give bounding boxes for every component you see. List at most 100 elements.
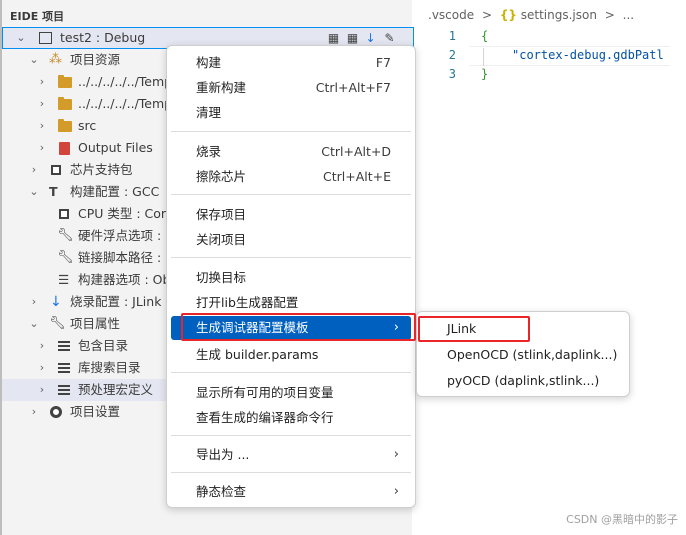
resource-icon: ⁂ <box>49 52 62 67</box>
menu-item-view-compiler-cmd[interactable]: 查看生成的编译器命令行 <box>171 406 411 430</box>
hammer-icon: T <box>49 184 58 199</box>
tree-label: 构建配置 : GCC <box>70 184 160 199</box>
submenu-item-openocd[interactable]: OpenOCD (stlink,daplink...) <box>421 343 627 367</box>
gear-icon <box>50 406 62 418</box>
breadcrumb-separator: > <box>604 8 615 22</box>
folder-icon <box>58 119 72 132</box>
highlight-box-jlink <box>418 316 530 342</box>
tree-label: ../../../../../Templ <box>78 96 176 111</box>
build-icon[interactable]: ▦ <box>327 32 340 45</box>
menu-item-close-project[interactable]: 关闭项目 <box>171 228 411 252</box>
flash-download-icon[interactable]: ↓ <box>364 32 377 45</box>
menu-separator <box>171 435 411 436</box>
breadcrumb-folder[interactable]: .vscode <box>428 8 474 22</box>
clean-broom-icon[interactable]: ✎ <box>383 32 396 45</box>
chevron-right-icon[interactable]: › <box>29 291 39 313</box>
breadcrumb-file[interactable]: settings.json <box>521 8 597 22</box>
chevron-right-icon[interactable]: › <box>37 71 47 93</box>
chip-icon <box>51 165 61 175</box>
tree-label: ../../../../../Templ <box>78 74 176 89</box>
chip-icon <box>59 209 69 219</box>
tree-label: src <box>78 118 97 133</box>
menu-item-gen-builder-params[interactable]: 生成 builder.params <box>171 343 411 367</box>
menu-label: 查看生成的编译器命令行 <box>196 410 334 425</box>
tree-label: 链接脚本路径 : <box>78 250 162 265</box>
menu-label: 擦除芯片 <box>196 169 247 184</box>
chevron-down-icon[interactable]: ⌄ <box>16 27 26 49</box>
pdf-file-icon <box>59 142 70 155</box>
json-icon: {} <box>499 8 517 22</box>
list-edit-icon: ☰ <box>58 272 70 287</box>
tree-label: 项目属性 <box>70 316 121 331</box>
wrench-icon: 🔧︎ <box>57 228 74 243</box>
chevron-right-icon[interactable]: › <box>37 379 47 401</box>
chevron-down-icon[interactable]: ⌄ <box>29 49 39 71</box>
folder-icon <box>58 97 72 110</box>
menu-item-switch-target[interactable]: 切换目标 <box>171 266 411 290</box>
tree-label: CPU 类型 : Cort <box>78 206 171 221</box>
list-icon <box>58 363 70 373</box>
chevron-right-icon[interactable]: › <box>37 93 47 115</box>
menu-label: 保存项目 <box>196 207 247 222</box>
menu-item-save-project[interactable]: 保存项目 <box>171 203 411 227</box>
menu-label: 打开lib生成器配置 <box>196 295 299 310</box>
menu-label: 切换目标 <box>196 270 247 285</box>
menu-label: 清理 <box>196 105 222 120</box>
menu-item-erase-chip[interactable]: 擦除芯片 Ctrl+Alt+E <box>171 165 411 189</box>
tree-label: 烧录配置 : JLink <box>70 294 162 309</box>
chevron-right-icon: › <box>393 484 399 499</box>
chevron-right-icon[interactable]: › <box>29 401 39 423</box>
breadcrumb-more[interactable]: ... <box>623 8 634 22</box>
tree-label: 包含目录 <box>78 338 129 353</box>
menu-item-build[interactable]: 构建 F7 <box>171 51 411 75</box>
menu-label: 显示所有可用的项目变量 <box>196 385 334 400</box>
wrench-icon: 🔧︎ <box>57 250 74 265</box>
menu-separator <box>171 372 411 373</box>
line-number: 3 <box>448 67 456 81</box>
code-line[interactable]: "cortex-debug.gdbPatl <box>512 48 664 62</box>
tree-label: 项目资源 <box>70 52 121 67</box>
menu-item-export-as[interactable]: 导出为 ... › <box>171 443 411 467</box>
menu-label: 构建 <box>196 55 222 70</box>
menu-label: 烧录 <box>196 144 222 159</box>
menu-item-rebuild[interactable]: 重新构建 Ctrl+Alt+F7 <box>171 76 411 100</box>
chevron-right-icon: › <box>393 447 399 462</box>
download-arrow-icon: ↓ <box>50 294 62 310</box>
menu-item-clean[interactable]: 清理 <box>171 101 411 125</box>
chevron-right-icon[interactable]: › <box>37 335 47 357</box>
menu-item-show-variables[interactable]: 显示所有可用的项目变量 <box>171 381 411 405</box>
code-line[interactable]: { <box>481 29 488 43</box>
menu-label: 导出为 ... <box>196 447 250 462</box>
menu-label: 关闭项目 <box>196 232 247 247</box>
watermark: CSDN @黑暗中的影子 <box>566 513 678 526</box>
chevron-down-icon[interactable]: ⌄ <box>29 313 39 335</box>
wrench-icon: 🔧︎ <box>49 316 66 331</box>
list-icon <box>58 385 70 395</box>
chevron-right-icon[interactable]: › <box>29 159 39 181</box>
menu-item-static-check[interactable]: 静态检查 › <box>171 480 411 504</box>
project-label: test2 : Debug <box>60 30 146 45</box>
submenu-item-pyocd[interactable]: pyOCD (daplink,stlink...) <box>421 369 627 393</box>
menu-shortcut: Ctrl+Alt+D <box>321 144 391 159</box>
chevron-right-icon[interactable]: › <box>37 115 47 137</box>
panel-title: EIDE 项目 <box>10 10 65 23</box>
menu-label: 生成 builder.params <box>196 347 319 362</box>
menu-item-flash[interactable]: 烧录 Ctrl+Alt+D <box>171 140 411 164</box>
chevron-right-icon[interactable]: › <box>37 137 47 159</box>
rebuild-icon[interactable]: ▦ <box>346 32 359 45</box>
list-icon <box>58 341 70 351</box>
menu-shortcut: Ctrl+Alt+E <box>322 169 391 184</box>
code-line[interactable]: } <box>481 67 488 81</box>
menu-label: 重新构建 <box>196 80 247 95</box>
chevron-right-icon[interactable]: › <box>37 357 47 379</box>
menu-separator <box>171 472 411 473</box>
tree-label: 库搜索目录 <box>78 360 141 375</box>
menu-shortcut: F7 <box>375 55 391 70</box>
tree-label: Output Files <box>78 140 153 155</box>
chevron-down-icon[interactable]: ⌄ <box>29 181 39 203</box>
project-icon <box>39 32 52 44</box>
menu-item-lib-generator[interactable]: 打开lib生成器配置 <box>171 291 411 315</box>
breadcrumb[interactable]: .vscode > {} settings.json > ... <box>428 8 634 22</box>
folder-icon <box>58 75 72 88</box>
context-menu: 构建 F7 重新构建 Ctrl+Alt+F7 清理 烧录 Ctrl+Alt+D … <box>166 45 416 508</box>
